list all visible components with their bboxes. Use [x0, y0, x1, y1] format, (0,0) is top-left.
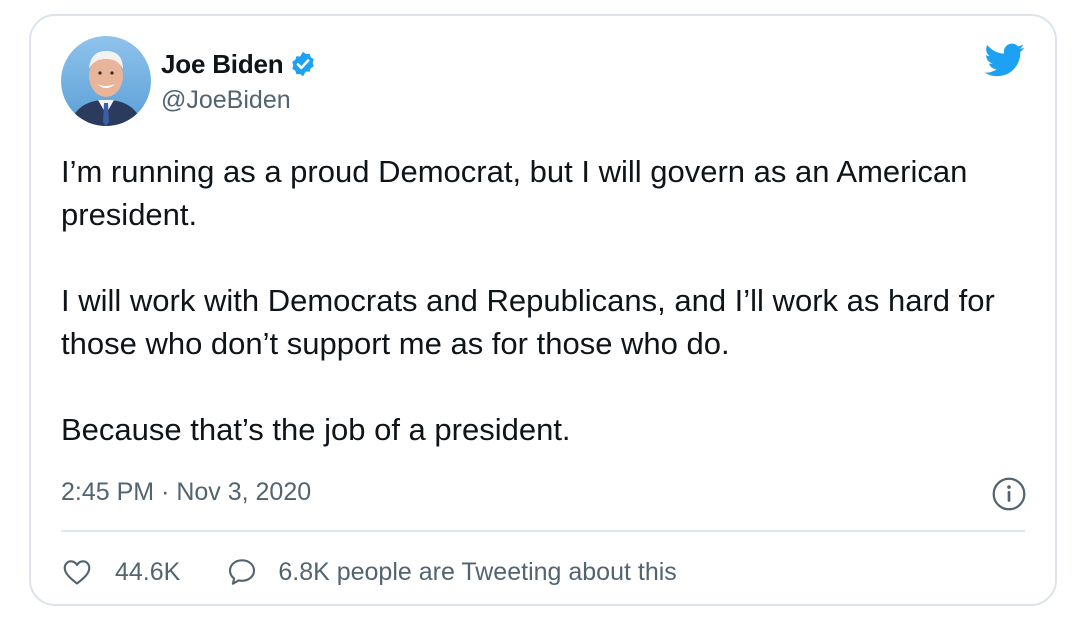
tweeting-about-link[interactable]: 6.8K people are Tweeting about this	[226, 556, 677, 588]
author-name[interactable]: Joe Biden	[161, 49, 284, 80]
tweet-timestamp[interactable]: 2:45 PM · Nov 3, 2020	[61, 478, 311, 507]
speech-bubble-icon	[229, 559, 256, 585]
avatar-photo	[61, 36, 151, 126]
verified-badge-icon	[292, 51, 315, 77]
tweet-paragraph: I’m running as a proud Democrat, but I w…	[61, 154, 968, 232]
tweet-text: I’m running as a proud Democrat, but I w…	[61, 150, 1021, 451]
tweet-paragraph: I will work with Democrats and Republica…	[61, 283, 995, 361]
divider	[61, 530, 1025, 532]
info-icon[interactable]	[991, 476, 1027, 512]
like-button[interactable]: 44.6K	[61, 556, 180, 588]
twitter-bird-icon[interactable]	[983, 40, 1027, 80]
tweet-paragraph: Because that’s the job of a president.	[61, 412, 571, 447]
tweeting-about-label: 6.8K people are Tweeting about this	[278, 557, 677, 586]
author-handle[interactable]: @JoeBiden	[161, 86, 291, 115]
avatar[interactable]	[61, 36, 151, 126]
heart-icon	[63, 560, 91, 585]
like-count: 44.6K	[115, 557, 181, 586]
tweet-card[interactable]: Joe Biden @JoeBiden I’m running as a pro…	[29, 14, 1057, 606]
action-bar: 44.6K 6.8K people are Tweeting about thi…	[61, 552, 677, 592]
author-name-row: Joe Biden	[161, 48, 317, 80]
